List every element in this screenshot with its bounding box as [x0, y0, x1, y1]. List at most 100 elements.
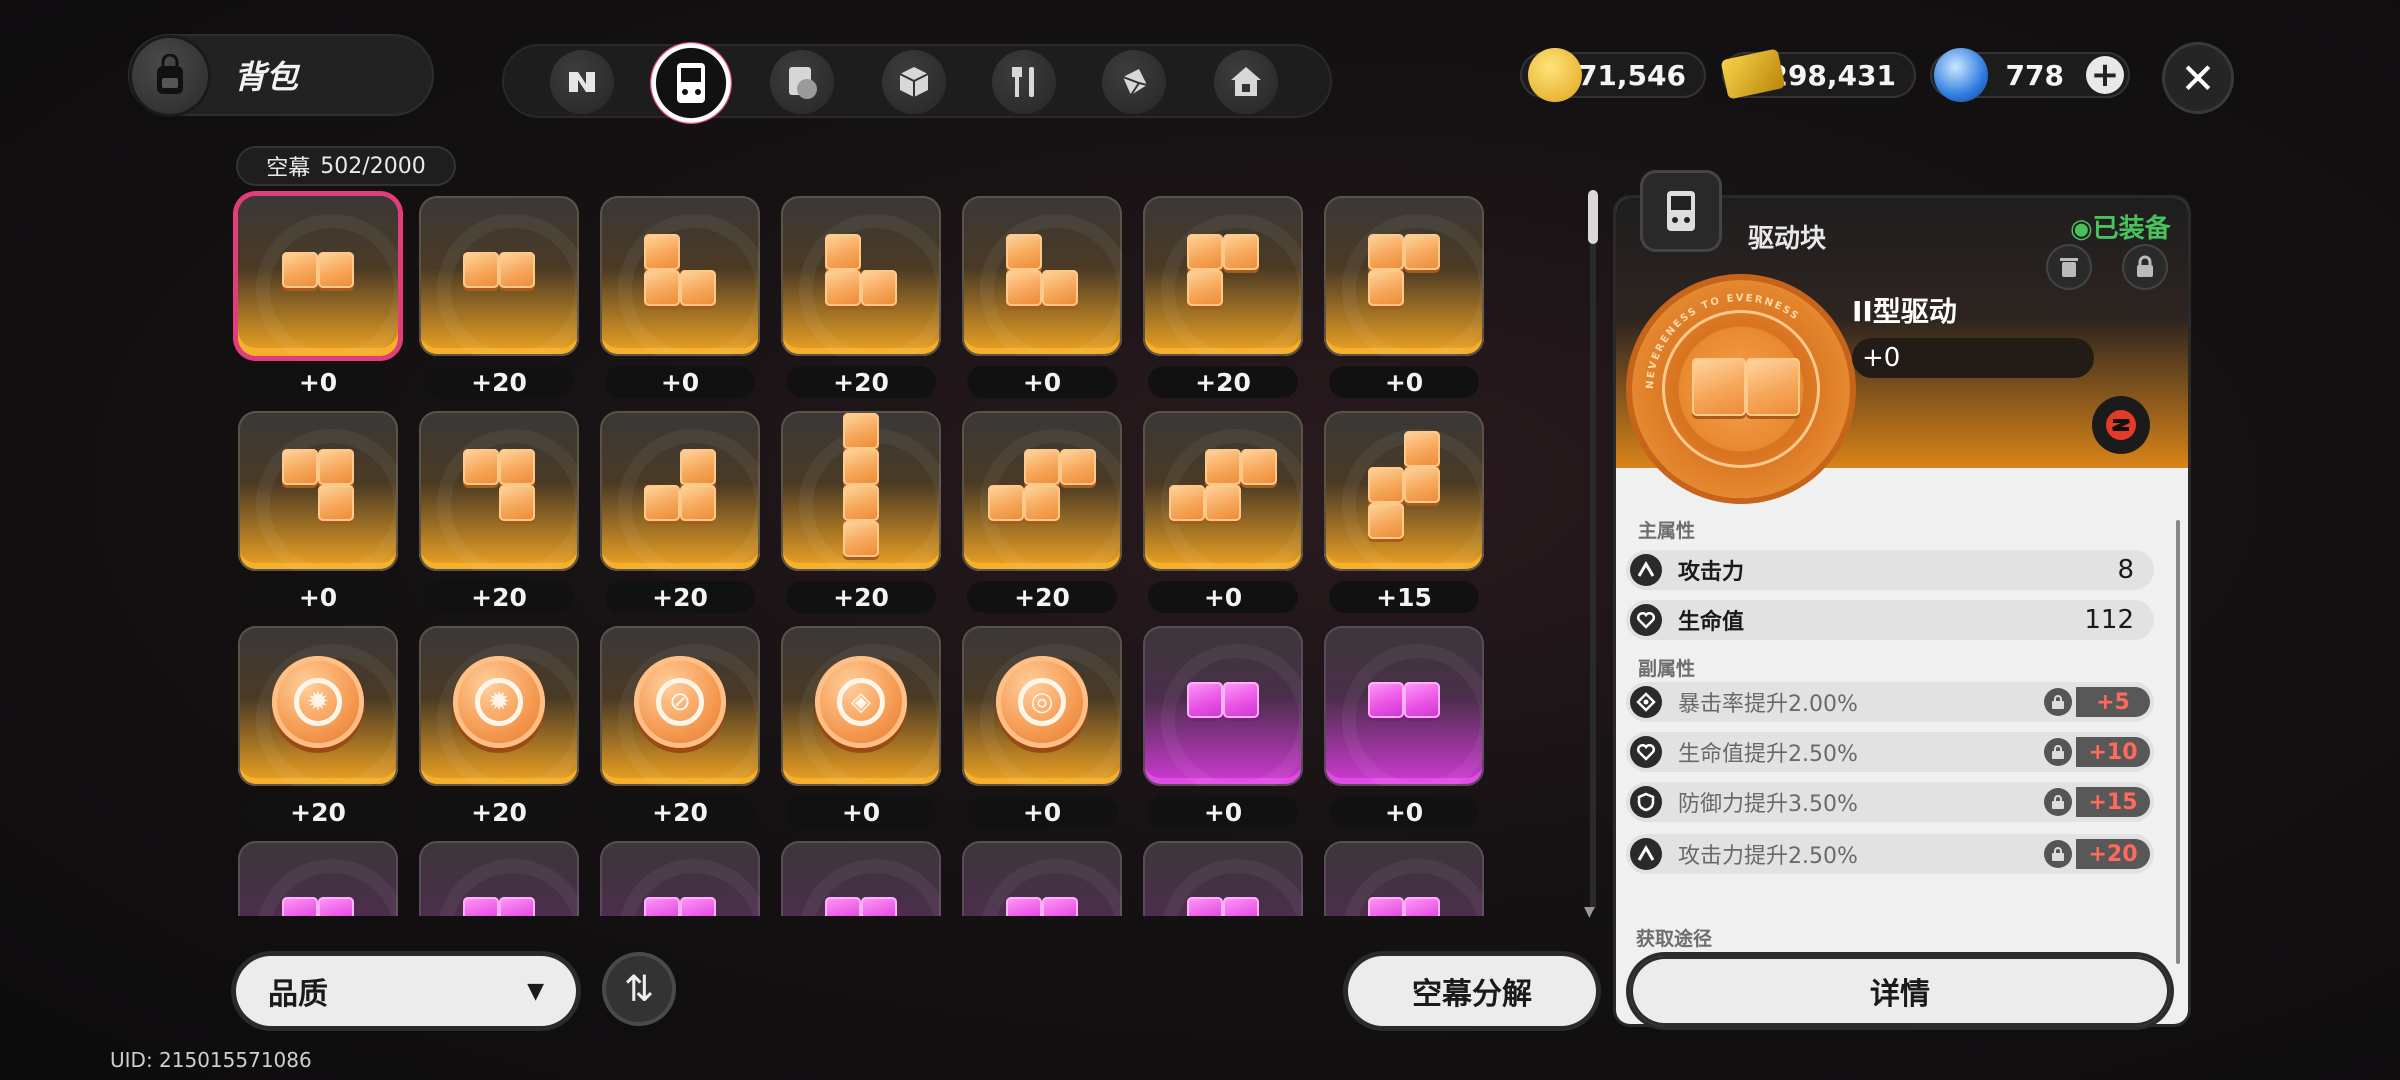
drive-disc-tile[interactable]: ✹	[419, 626, 579, 786]
stat-name: 生命值	[1678, 610, 1745, 635]
tab-home[interactable]	[1214, 50, 1278, 114]
sort-order-button[interactable]: ⇅	[602, 952, 676, 1026]
drive-disc-slot[interactable]: +0	[962, 196, 1122, 398]
drive-disc-slot[interactable]	[419, 841, 579, 916]
tab-engine[interactable]	[770, 50, 834, 114]
drive-disc-tile[interactable]	[238, 841, 398, 916]
drive-disc-tile[interactable]	[1143, 626, 1303, 786]
drive-disc-tile[interactable]: ⊘	[600, 626, 760, 786]
drive-disc-slot[interactable]: +0	[1324, 196, 1484, 398]
drive-disc-slot[interactable]: ✹ +20	[419, 626, 579, 828]
drive-disc-slot[interactable]: ✹ +20	[238, 626, 398, 828]
drive-disc-slot[interactable]: ⊘ +20	[600, 626, 760, 828]
block-shape-icon	[1324, 411, 1484, 571]
slot-level: +0	[605, 366, 755, 398]
close-button[interactable]: ✕	[2162, 42, 2234, 114]
item-grid: +0 +20 +0 +20 +0 +20 +0 +0 +20 +20 +20 +20 +0 +15 ✹ +20…	[230, 186, 1500, 916]
drive-disc-tile[interactable]	[419, 841, 579, 916]
drive-disc-slot[interactable]: +20	[419, 196, 579, 398]
drive-disc-slot[interactable]: +0	[1143, 411, 1303, 613]
slot-level: +0	[967, 796, 1117, 828]
lock-icon[interactable]	[2044, 788, 2072, 816]
drive-disc-tile[interactable]	[1143, 841, 1303, 916]
attack-icon	[1630, 838, 1662, 870]
slot-level: +0	[243, 581, 393, 613]
drive-disc-tile[interactable]	[1143, 411, 1303, 571]
drive-disc-tile[interactable]	[1324, 196, 1484, 356]
brand-logo-icon	[2092, 396, 2150, 454]
tab-drive-disc[interactable]	[650, 42, 732, 124]
drive-disc-slot[interactable]: +0	[238, 411, 398, 613]
gem-icon	[1934, 48, 1988, 102]
drive-disc-slot[interactable]	[781, 841, 941, 916]
disc-coin-icon: ✹	[272, 656, 364, 748]
drive-disc-tile[interactable]: ◈	[781, 626, 941, 786]
drive-disc-slot[interactable]: +20	[600, 411, 760, 613]
drive-disc-tile[interactable]: ◎	[962, 626, 1122, 786]
block-shape-icon	[962, 411, 1122, 571]
drive-disc-tile[interactable]	[600, 841, 760, 916]
drive-disc-tile[interactable]	[781, 841, 941, 916]
detail-scrollbar[interactable]	[2176, 520, 2180, 964]
stat-bonus: +15	[2076, 787, 2150, 817]
slot-level: +0	[1329, 796, 1479, 828]
drive-disc-slot[interactable]: ◎ +0	[962, 626, 1122, 828]
drive-disc-slot[interactable]: +20	[1143, 196, 1303, 398]
tab-box[interactable]	[882, 50, 946, 114]
drive-disc-slot[interactable]	[1324, 841, 1484, 916]
drive-disc-slot[interactable]: +20	[962, 411, 1122, 613]
quality-sort-select[interactable]: 品质 ▼	[236, 956, 576, 1026]
drive-disc-tile[interactable]: ✹	[238, 626, 398, 786]
drive-disc-tile[interactable]	[1324, 841, 1484, 916]
grid-scrollbar[interactable]	[1590, 190, 1596, 910]
drive-disc-slot[interactable]	[600, 841, 760, 916]
drive-disc-tile[interactable]	[600, 196, 760, 356]
drive-disc-tile[interactable]	[781, 411, 941, 571]
drive-disc-slot[interactable]: +0	[238, 196, 398, 398]
drive-disc-tile[interactable]	[419, 196, 579, 356]
lock-icon[interactable]	[2044, 688, 2072, 716]
drive-disc-slot[interactable]	[962, 841, 1122, 916]
salvage-button[interactable]: 空幕分解	[1348, 956, 1596, 1026]
drive-disc-slot[interactable]: +15	[1324, 411, 1484, 613]
lock-button[interactable]	[2122, 244, 2168, 290]
drive-disc-slot[interactable]: +20	[781, 196, 941, 398]
slot-level: +0	[1148, 796, 1298, 828]
lock-icon[interactable]	[2044, 840, 2072, 868]
drive-disc-slot[interactable]: ◈ +0	[781, 626, 941, 828]
drive-disc-slot[interactable]	[1143, 841, 1303, 916]
drive-disc-tile[interactable]	[962, 411, 1122, 571]
tab-material[interactable]	[1102, 50, 1166, 114]
lock-icon	[2137, 255, 2153, 277]
close-icon: ✕	[2180, 53, 2216, 103]
lock-icon[interactable]	[2044, 738, 2072, 766]
drive-disc-tile[interactable]	[238, 411, 398, 571]
drive-disc-tile[interactable]	[1324, 411, 1484, 571]
drive-disc-slot[interactable]: +20	[781, 411, 941, 613]
drive-disc-tile[interactable]	[962, 841, 1122, 916]
drive-disc-slot[interactable]: +0	[1324, 626, 1484, 828]
drive-disc-tile[interactable]	[419, 411, 579, 571]
drive-disc-tile[interactable]	[962, 196, 1122, 356]
drive-disc-slot[interactable]: +0	[1143, 626, 1303, 828]
drive-disc-tile[interactable]	[1324, 626, 1484, 786]
drive-disc-slot[interactable]: +0	[600, 196, 760, 398]
sub-stat-attack: 攻击力提升2.50% +20	[1626, 834, 2154, 874]
block-shape-icon	[1143, 196, 1303, 356]
add-gem-button[interactable]: +	[2086, 56, 2124, 94]
tab-food[interactable]	[992, 50, 1056, 114]
tab-n-logo[interactable]	[550, 50, 614, 114]
details-button[interactable]: 详情	[1630, 956, 2170, 1026]
drive-disc-tile[interactable]	[781, 196, 941, 356]
trash-button[interactable]	[2046, 244, 2092, 290]
block-shape-icon	[238, 841, 398, 916]
grid-scroll-thumb[interactable]	[1588, 190, 1598, 244]
drive-disc-tile[interactable]	[1143, 196, 1303, 356]
sub-stat-defense: 防御力提升3.50% +15	[1626, 782, 2154, 822]
drive-disc-slot[interactable]: +20	[419, 411, 579, 613]
drive-disc-tile[interactable]	[600, 411, 760, 571]
drive-disc-tile[interactable]	[238, 196, 398, 356]
drive-disc-slot[interactable]	[238, 841, 398, 916]
slot-level: +0	[243, 366, 393, 398]
stat-value: 112	[2084, 605, 2134, 635]
